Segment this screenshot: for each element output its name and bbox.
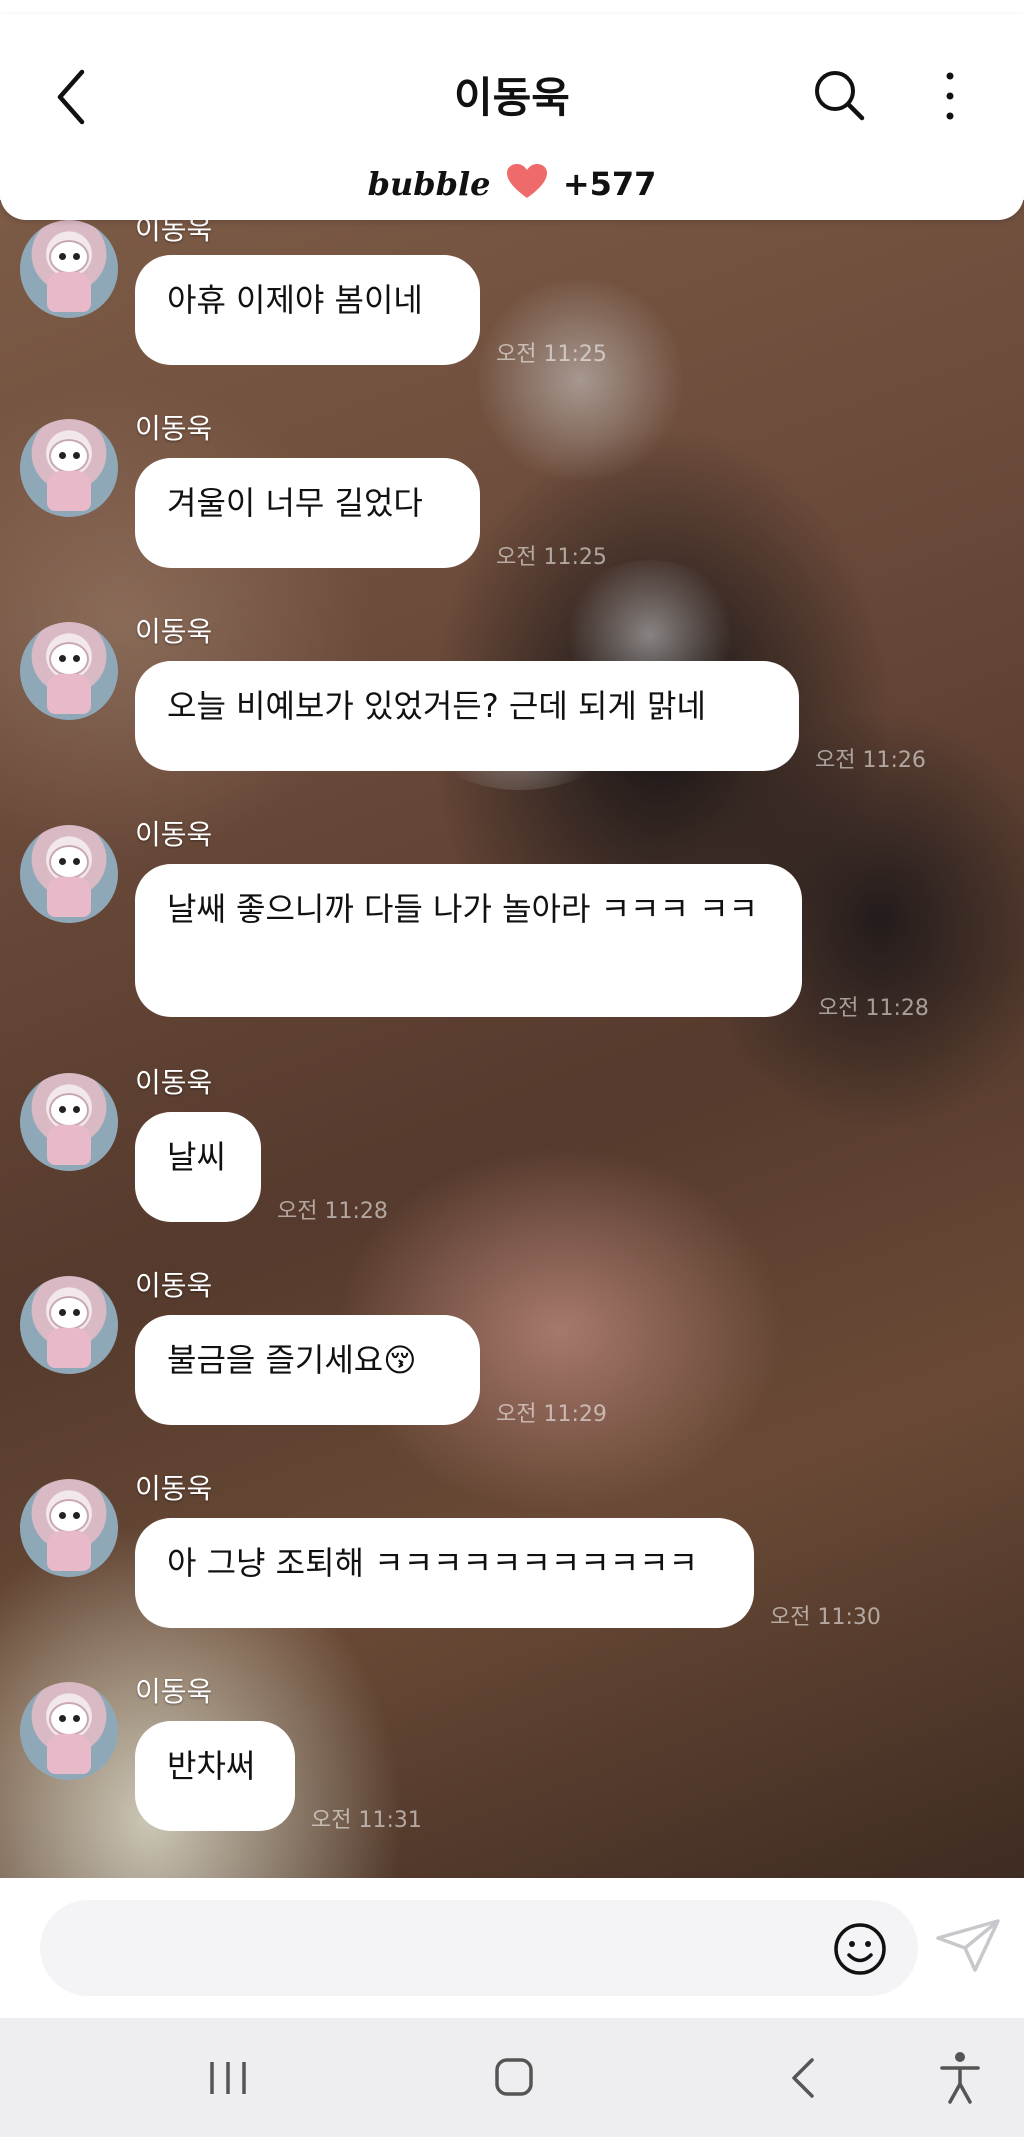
send-icon[interactable] [935, 1918, 1001, 1974]
message-bubble[interactable]: 불금을 즐기세요😚 [135, 1315, 480, 1425]
message-input-bar [0, 1878, 1024, 2018]
sender-name: 이동욱 [135, 1066, 213, 1099]
message-time: 오전 11:31 [311, 1808, 422, 1833]
message-time: 오전 11:25 [496, 545, 607, 570]
message-bubble[interactable]: 아 그냥 조퇴해 ㅋㅋㅋㅋㅋㅋㅋㅋㅋㅋㅋ [135, 1518, 754, 1628]
system-navigation-bar [0, 2018, 1024, 2137]
message-bubble[interactable]: 오늘 비예보가 있었거든? 근데 되게 맑네 [135, 661, 799, 771]
recents-icon[interactable] [206, 2058, 250, 2098]
accessibility-icon[interactable] [938, 2050, 982, 2106]
bubble-count: +577 [562, 165, 657, 203]
sender-name: 이동욱 [135, 412, 213, 445]
chat-header: 이동욱 bubble +577 [0, 14, 1024, 220]
search-icon[interactable] [810, 66, 870, 126]
message-bubble[interactable]: 아휴 이제야 봄이네 [135, 255, 480, 365]
message-time: 오전 11:25 [496, 342, 607, 367]
home-icon[interactable] [494, 2056, 534, 2098]
message-time: 오전 11:29 [496, 1402, 607, 1427]
message-bubble[interactable]: 반차써 [135, 1721, 295, 1831]
sender-name: 이동욱 [135, 1472, 213, 1505]
message-input[interactable] [40, 1900, 918, 1996]
bubble-logo: bubble [367, 165, 491, 203]
avatar[interactable] [20, 622, 118, 720]
message-bubble[interactable]: 겨울이 너무 길었다 [135, 458, 480, 568]
heart-icon [506, 164, 547, 208]
sender-name: 이동욱 [135, 818, 213, 851]
avatar[interactable] [20, 220, 118, 318]
message-bubble[interactable]: 날씨 [135, 1112, 261, 1222]
message-time: 오전 11:30 [770, 1605, 881, 1630]
smiley-icon[interactable] [833, 1922, 887, 1976]
sender-name: 이동욱 [135, 615, 213, 648]
avatar[interactable] [20, 419, 118, 517]
more-vertical-icon[interactable] [935, 66, 965, 126]
sender-name: 이동욱 [135, 1675, 213, 1708]
message-time: 오전 11:28 [277, 1199, 388, 1224]
sender-name: 이동욱 [135, 1269, 213, 1302]
avatar[interactable] [20, 825, 118, 923]
message-time: 오전 11:28 [818, 996, 929, 1021]
message-time: 오전 11:26 [815, 748, 926, 773]
avatar[interactable] [20, 1276, 118, 1374]
avatar[interactable] [20, 1073, 118, 1171]
nav-back-icon[interactable] [788, 2056, 818, 2100]
chat-title: 이동욱 [454, 73, 570, 122]
status-bar [0, 0, 1024, 14]
avatar[interactable] [20, 1682, 118, 1780]
message-bubble[interactable]: 날쌔 좋으니까 다들 나가 놀아라 ㅋㅋㅋ ㅋㅋ [135, 864, 802, 1017]
bubble-subscription-bar[interactable]: bubble +577 [0, 164, 1024, 208]
avatar[interactable] [20, 1479, 118, 1577]
